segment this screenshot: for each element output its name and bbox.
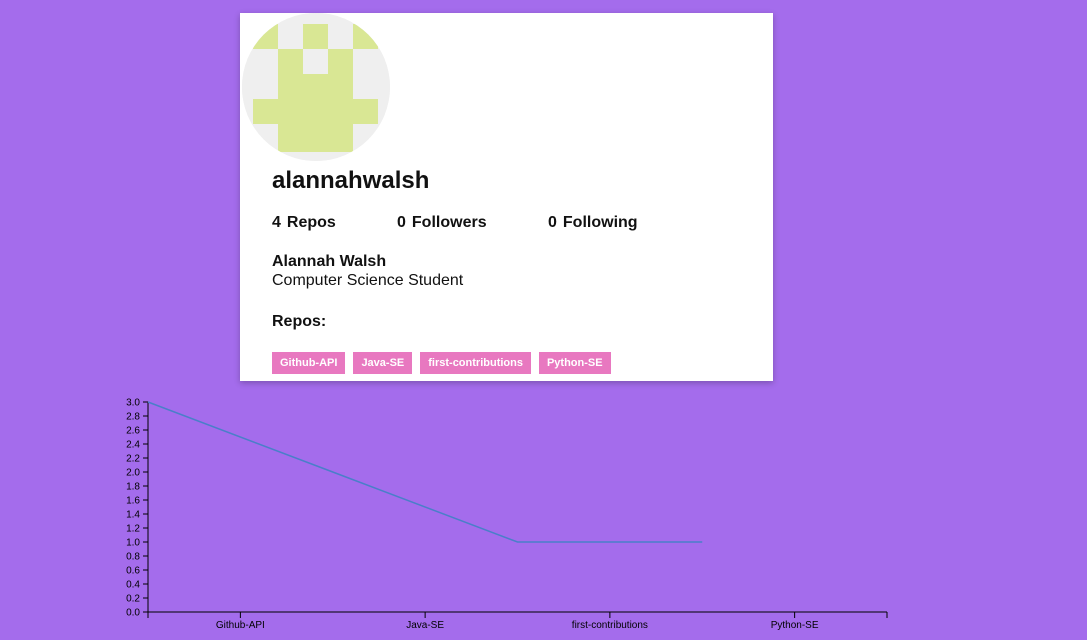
y-tick-label: 0.0: [126, 608, 140, 619]
y-tick-label: 0.8: [126, 552, 140, 563]
repo-list: Github-API Java-SE first-contributions P…: [272, 352, 611, 374]
profile-card: alannahwalsh 4 Repos 0 Followers 0 Followin…: [240, 13, 773, 381]
series-line: [147, 401, 703, 543]
x-tick-label: first-contributions: [572, 620, 648, 631]
repo-tag[interactable]: Java-SE: [353, 352, 413, 374]
repo-tag[interactable]: first-contributions: [420, 352, 531, 374]
repos-heading: Repos:: [272, 313, 327, 330]
y-tick-label: 1.4: [126, 510, 140, 521]
y-tick-label: 3.0: [126, 398, 140, 409]
repo-tag[interactable]: Github-API: [272, 352, 346, 374]
y-tick-label: 2.8: [126, 412, 140, 423]
x-tick-label: Python-SE: [771, 620, 819, 631]
full-name: Alannah Walsh: [272, 253, 387, 270]
y-tick-label: 2.4: [126, 440, 140, 451]
bio: Computer Science Student: [272, 272, 464, 289]
following-label: Following: [562, 214, 638, 231]
y-tick-label: 0.2: [126, 594, 140, 605]
x-tick-label: Java-SE: [406, 620, 444, 631]
y-tick-label: 0.4: [126, 580, 140, 591]
repo-line-chart: 0.0 0.2 0.4 0.6 0.8 1.0 1.2 1.4 1.6 1.8 2.0 2.2 2.4 2…: [126, 398, 888, 631]
y-tick-label: 1.6: [126, 496, 140, 507]
repos-stat[interactable]: 4 Repos: [272, 214, 336, 232]
y-tick-label: 1.0: [126, 538, 140, 549]
avatar[interactable]: [242, 13, 390, 161]
y-tick-label: 1.2: [126, 524, 140, 535]
followers-count: 0: [397, 214, 406, 231]
x-tick-label: Github-API: [216, 620, 265, 631]
repo-tag[interactable]: Python-SE: [538, 352, 611, 374]
followers-label: Followers: [411, 214, 487, 231]
y-tick-label: 2.6: [126, 426, 140, 437]
y-tick-label: 2.2: [126, 454, 140, 465]
following-count: 0: [548, 214, 557, 231]
followers-stat[interactable]: 0 Followers: [397, 214, 487, 232]
repos-count: 4: [272, 214, 281, 231]
repos-label: Repos: [286, 214, 336, 231]
y-tick-label: 2.0: [126, 468, 140, 479]
following-stat[interactable]: 0 Following: [548, 214, 638, 232]
y-tick-label: 1.8: [126, 482, 140, 493]
identicon-icon: [242, 13, 390, 161]
username: alannahwalsh: [272, 167, 430, 194]
y-tick-label: 0.6: [126, 566, 140, 577]
